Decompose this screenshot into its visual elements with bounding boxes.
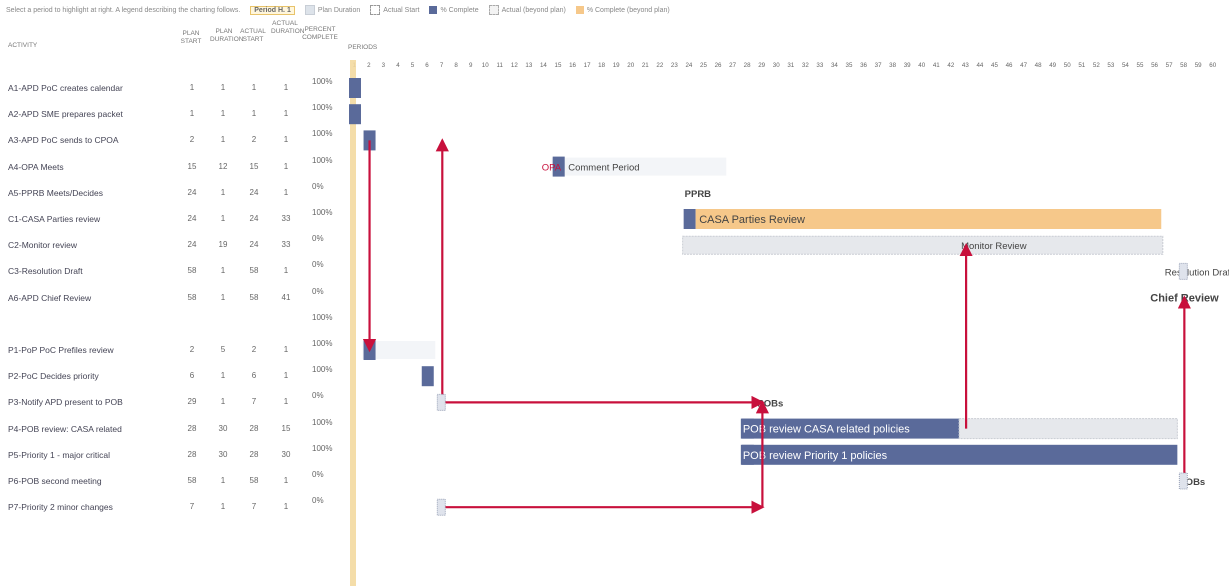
period-highlight-column <box>350 60 356 586</box>
period-number: 39 <box>904 62 911 69</box>
chart-annotation: POB review Priority 1 policies <box>743 450 888 462</box>
milestone-marker <box>436 393 446 411</box>
period-number: 47 <box>1020 62 1027 69</box>
period-number: 6 <box>425 62 429 69</box>
period-number: 59 <box>1195 62 1202 69</box>
period-number: 35 <box>846 62 853 69</box>
period-number: 12 <box>511 62 518 69</box>
chart-annotation: POBs <box>757 398 783 409</box>
chart-annotation: Comment Period <box>568 163 639 174</box>
period-number: 8 <box>454 62 458 69</box>
period-number: 52 <box>1093 62 1100 69</box>
period-number: 18 <box>598 62 605 69</box>
chart-annotation: POB review CASA related policies <box>743 424 910 436</box>
period-number: 58 <box>1180 62 1187 69</box>
plan-remaining-bar <box>958 418 1178 440</box>
period-number: 7 <box>440 62 444 69</box>
period-number: 11 <box>497 62 504 69</box>
period-number: 51 <box>1078 62 1085 69</box>
complete-bar <box>349 104 361 125</box>
milestone-marker <box>1178 262 1188 280</box>
period-number: 57 <box>1166 62 1173 69</box>
complete-bar <box>683 209 696 229</box>
period-number: 25 <box>700 62 707 69</box>
period-number: 46 <box>1006 62 1013 69</box>
period-number: 16 <box>569 62 576 69</box>
period-number: 42 <box>947 62 954 69</box>
period-number: 31 <box>787 62 794 69</box>
period-number: 17 <box>584 62 591 69</box>
period-number: 30 <box>773 62 780 69</box>
period-number: 10 <box>482 62 489 69</box>
period-number: 44 <box>976 62 983 69</box>
period-number: 49 <box>1049 62 1056 69</box>
period-number: 34 <box>831 62 838 69</box>
period-number: 28 <box>744 62 751 69</box>
complete-bar <box>349 78 361 98</box>
period-number: 50 <box>1064 62 1071 69</box>
period-number: 37 <box>875 62 882 69</box>
period-number: 4 <box>396 62 400 69</box>
period-number: 27 <box>729 62 736 69</box>
period-number: 41 <box>933 62 940 69</box>
period-number: 5 <box>411 62 415 69</box>
period-number: 54 <box>1122 62 1129 69</box>
chart-annotation: Monitor Review <box>961 241 1027 252</box>
period-number: 55 <box>1137 62 1144 69</box>
period-number: 13 <box>525 62 532 69</box>
period-number: 24 <box>685 62 692 69</box>
complete-bar <box>421 366 434 387</box>
period-number: 9 <box>469 62 473 69</box>
period-number: 29 <box>758 62 765 69</box>
gantt-chart: 1234567891011121314151617181920212223242… <box>349 60 1229 586</box>
period-number: 14 <box>540 62 547 69</box>
period-number: 38 <box>889 62 896 69</box>
period-number: 36 <box>860 62 867 69</box>
period-number: 40 <box>918 62 925 69</box>
period-number: 19 <box>613 62 620 69</box>
chart-annotation: Resolution Draft <box>1165 267 1229 278</box>
period-number: 2 <box>367 62 371 69</box>
period-number: 43 <box>962 62 969 69</box>
period-number: 56 <box>1151 62 1158 69</box>
chart-annotation: PPRB <box>685 189 712 200</box>
period-number: 53 <box>1107 62 1114 69</box>
period-number: 45 <box>991 62 998 69</box>
period-number: 23 <box>671 62 678 69</box>
milestone-marker <box>1178 472 1188 490</box>
period-number: 20 <box>627 62 634 69</box>
period-number: 60 <box>1209 62 1216 69</box>
period-number: 22 <box>656 62 663 69</box>
period-number: 21 <box>642 62 649 69</box>
chart-annotation: OPA <box>542 163 562 174</box>
period-number: 26 <box>715 62 722 69</box>
period-number: 32 <box>802 62 809 69</box>
period-number: 33 <box>816 62 823 69</box>
period-number: 15 <box>555 62 562 69</box>
period-number: 3 <box>382 62 386 69</box>
milestone-marker <box>436 498 446 516</box>
actual-bar <box>682 235 1164 255</box>
chart-annotation: CASA Parties Review <box>699 214 805 226</box>
period-number: 48 <box>1035 62 1042 69</box>
